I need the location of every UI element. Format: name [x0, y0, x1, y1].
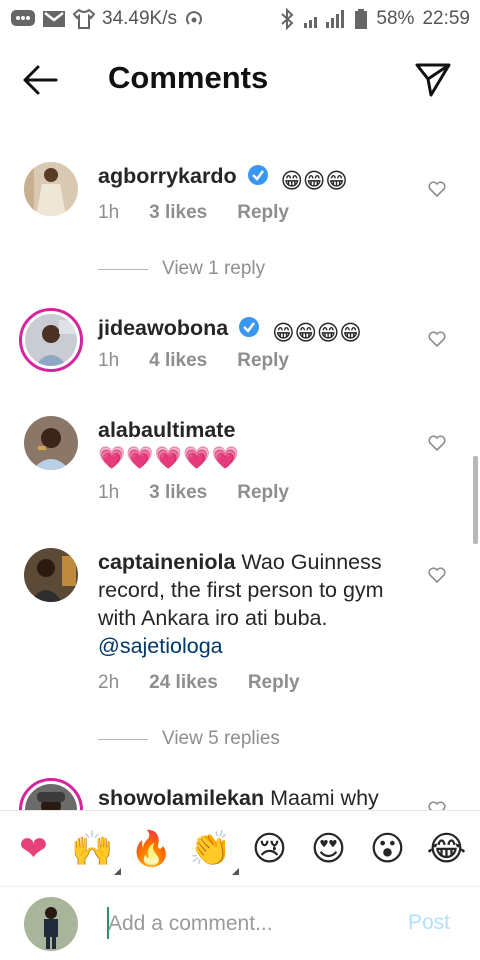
- comment-username[interactable]: jideawobona: [98, 316, 228, 340]
- quick-emoji-bar: ❤ 🙌 🔥 👏 😢 😍 😮 😂: [0, 810, 480, 886]
- battery-icon: [355, 9, 368, 29]
- comment-time: 2h: [98, 672, 120, 693]
- comment-text: Maami why: [270, 786, 379, 810]
- heart-emoji-button[interactable]: ❤: [12, 827, 56, 871]
- comment-text: 😁😁😁: [280, 169, 348, 193]
- back-arrow-icon[interactable]: [20, 62, 60, 98]
- my-avatar: [24, 897, 78, 951]
- bluetooth-icon: [281, 8, 294, 30]
- comment-text: 😁😁😁😁: [272, 321, 362, 345]
- skin-tone-indicator: [113, 867, 121, 875]
- like-heart-icon[interactable]: [428, 330, 446, 348]
- chat-icon: [11, 10, 35, 26]
- status-bar: 34.49K/s 58% 22:59: [0, 0, 480, 38]
- raising-hands-emoji-button[interactable]: 🙌: [71, 827, 121, 875]
- page-title: Comments: [108, 60, 269, 95]
- view-replies-label: View 1 reply: [162, 258, 266, 279]
- comment-likes[interactable]: 3 likes: [149, 482, 207, 504]
- divider: [98, 268, 148, 270]
- header: Comments: [0, 38, 480, 124]
- reply-button[interactable]: Reply: [237, 202, 289, 224]
- view-replies-label: View 5 replies: [162, 728, 280, 749]
- laughing-face-emoji-button[interactable]: 😂: [425, 827, 469, 871]
- comment-time: 1h: [98, 350, 120, 371]
- verified-badge-icon: [247, 165, 268, 185]
- view-replies-button[interactable]: View 1 reply: [98, 258, 265, 280]
- comment-username[interactable]: showolamilekan: [98, 786, 264, 810]
- fire-emoji-button[interactable]: 🔥: [130, 827, 174, 871]
- verified-badge-icon: [239, 317, 260, 337]
- comment-username[interactable]: alabaultimate: [98, 416, 418, 444]
- like-heart-icon[interactable]: [428, 566, 446, 584]
- skin-tone-indicator: [231, 867, 239, 875]
- crying-face-emoji-button[interactable]: 😢: [248, 827, 292, 871]
- mention-link[interactable]: @sajetiologa: [98, 632, 418, 660]
- avatar[interactable]: [24, 162, 78, 216]
- avatar[interactable]: [24, 416, 78, 470]
- shirt-icon: [72, 8, 96, 29]
- scrollbar[interactable]: [473, 456, 478, 544]
- like-heart-icon[interactable]: [428, 434, 446, 452]
- divider: [98, 738, 148, 740]
- hotspot-icon: [186, 11, 202, 25]
- view-replies-button[interactable]: View 5 replies: [98, 728, 280, 750]
- heart-eyes-emoji-button[interactable]: 😍: [307, 827, 351, 871]
- comment-username[interactable]: captaineniola: [98, 550, 235, 574]
- reply-button[interactable]: Reply: [237, 482, 289, 504]
- like-heart-icon[interactable]: [428, 180, 446, 198]
- signal-icon: [304, 10, 345, 28]
- reply-button[interactable]: Reply: [248, 672, 300, 694]
- comment-username[interactable]: agborrykardo: [98, 164, 237, 188]
- comment-input[interactable]: [108, 909, 388, 939]
- like-heart-icon[interactable]: [428, 800, 446, 810]
- comments-list[interactable]: agborrykardo 😁😁😁 1h 3 likes Reply View 1…: [0, 124, 480, 810]
- clock: 22:59: [422, 8, 470, 29]
- surprised-face-emoji-button[interactable]: 😮: [366, 827, 410, 871]
- comment-text: 💗💗💗💗💗: [98, 445, 240, 470]
- comment-likes[interactable]: 3 likes: [149, 202, 207, 224]
- avatar-with-story-ring[interactable]: [19, 778, 83, 810]
- gmail-icon: [43, 11, 65, 27]
- comment-likes[interactable]: 24 likes: [149, 672, 218, 694]
- direct-send-icon[interactable]: [414, 60, 452, 98]
- avatar-with-story-ring[interactable]: [19, 308, 83, 372]
- comment-likes[interactable]: 4 likes: [149, 350, 207, 372]
- comment-time: 1h: [98, 202, 120, 223]
- reply-button[interactable]: Reply: [237, 350, 289, 372]
- avatar[interactable]: [24, 548, 78, 602]
- comment-composer: Post: [0, 886, 480, 960]
- clapping-hands-emoji-button[interactable]: 👏: [189, 827, 239, 875]
- network-speed: 34.49K/s: [102, 8, 177, 29]
- battery-level: 58%: [376, 8, 415, 29]
- post-button[interactable]: Post: [408, 911, 450, 935]
- comment-time: 1h: [98, 482, 120, 503]
